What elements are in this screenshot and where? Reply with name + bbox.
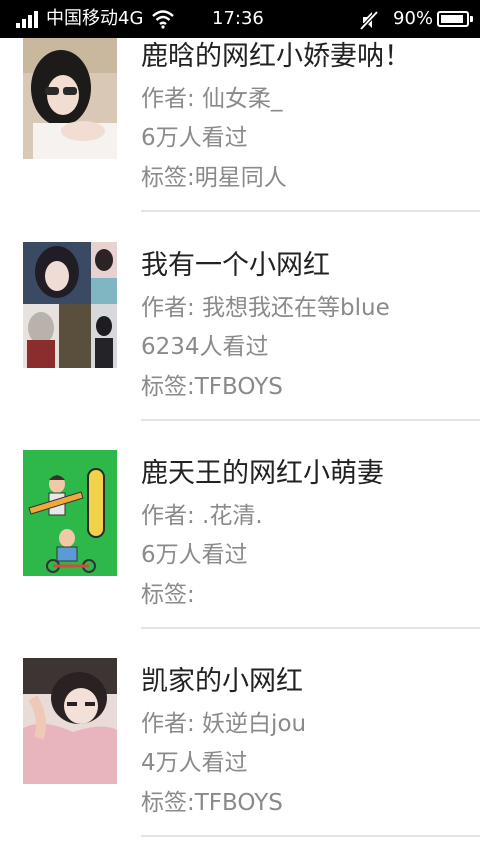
book-author: 作者: 我想我还在等blue	[141, 295, 390, 321]
book-cover-image[interactable]	[23, 658, 117, 784]
book-cover-photo	[23, 658, 117, 784]
book-item[interactable]: 鹿天王的网红小萌妻 作者: .花清. 6万人看过 标签:	[0, 416, 480, 629]
list-divider	[141, 835, 480, 837]
book-title[interactable]: 鹿天王的网红小萌妻	[141, 456, 384, 492]
book-view-count: 6万人看过	[141, 125, 248, 151]
mute-icon	[359, 10, 379, 31]
book-item[interactable]: 凯家的小网红 作者: 妖逆白jou 4万人看过 标签:TFBOYS	[0, 624, 480, 837]
book-view-count: 6万人看过	[141, 542, 248, 568]
wifi-icon	[152, 10, 174, 29]
book-author: 作者: .花清.	[141, 503, 263, 529]
book-view-count: 6234人看过	[141, 334, 269, 360]
book-tags: 标签:TFBOYS	[141, 790, 283, 816]
book-author: 作者: 妖逆白jou	[141, 711, 307, 737]
book-title[interactable]: 我有一个小网红	[141, 248, 330, 284]
book-title[interactable]: 鹿晗的网红小娇妻呐！	[141, 39, 411, 75]
book-list: 鹿晗的网红小娇妻呐！ 作者: 仙女柔_ 6万人看过 标签:明星同人 我有一个小网…	[0, 0, 480, 854]
carrier-label: 中国移动4G	[46, 8, 144, 29]
book-tags: 标签:	[141, 582, 195, 608]
book-cover-image[interactable]	[23, 33, 117, 159]
book-cover-image[interactable]	[23, 450, 117, 576]
book-tags: 标签:TFBOYS	[141, 374, 283, 400]
battery-percent: 90%	[393, 8, 434, 29]
book-view-count: 4万人看过	[141, 750, 248, 776]
book-title[interactable]: 凯家的小网红	[141, 664, 303, 700]
battery-icon	[437, 11, 473, 27]
book-cover-photo	[23, 242, 117, 368]
book-cover-illustration	[23, 450, 117, 576]
book-cover-image[interactable]	[23, 242, 117, 368]
book-author: 作者: 仙女柔_	[141, 86, 283, 112]
book-cover-photo	[23, 33, 117, 159]
clock: 17:36	[212, 8, 264, 29]
book-item[interactable]: 我有一个小网红 作者: 我想我还在等blue 6234人看过 标签:TFBOYS	[0, 208, 480, 421]
status-bar: 中国移动4G 17:36 90%	[0, 0, 480, 38]
book-tags: 标签:明星同人	[141, 165, 287, 191]
signal-bars-icon	[16, 11, 40, 28]
